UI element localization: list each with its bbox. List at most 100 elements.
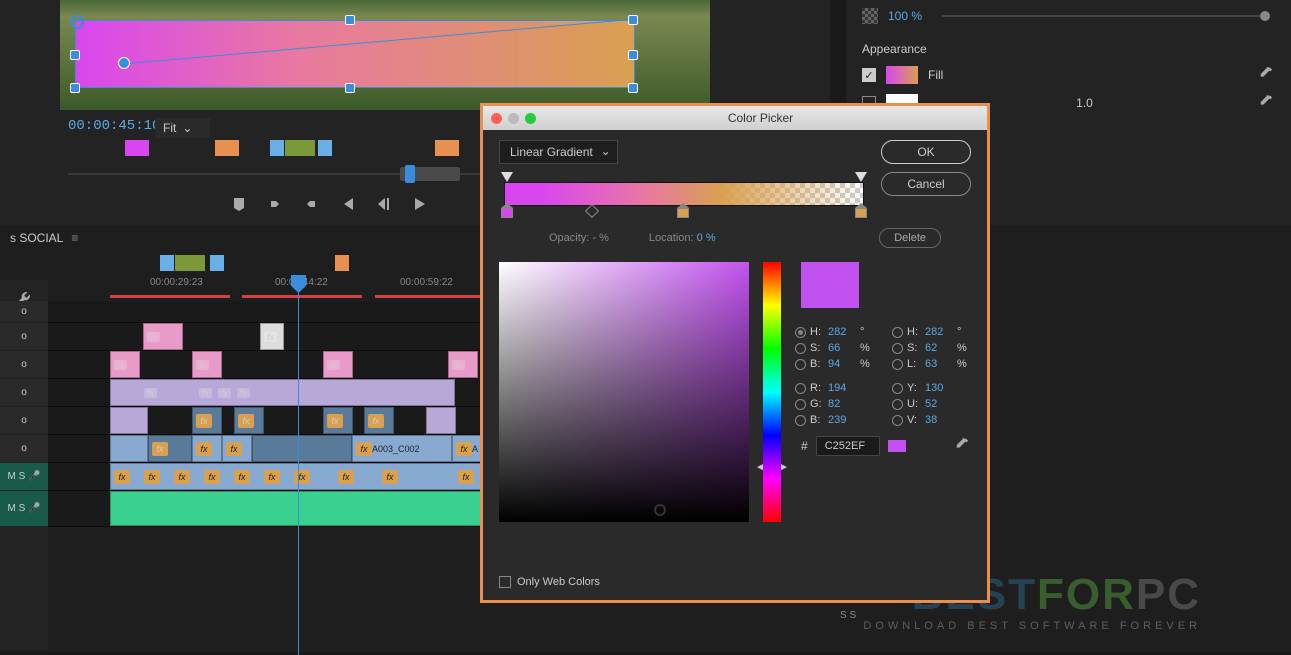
b-radio[interactable]	[795, 415, 806, 426]
track-toggle[interactable]: M S 🎤	[0, 491, 48, 526]
eyedropper-icon[interactable]	[1259, 67, 1275, 83]
sequence-tab[interactable]: s SOCIAL	[10, 231, 63, 245]
marker-icon[interactable]	[445, 140, 459, 156]
scrub-playhead[interactable]	[405, 165, 415, 183]
y-radio[interactable]	[892, 383, 903, 394]
track-toggle[interactable]: o	[0, 323, 48, 350]
color-stop[interactable]	[855, 208, 867, 222]
r-radio[interactable]	[795, 383, 806, 394]
handle-bot-right[interactable]	[628, 83, 638, 93]
hsl-h-radio[interactable]	[892, 327, 903, 338]
color-stop[interactable]	[501, 208, 513, 222]
saturation-value-field[interactable]	[499, 262, 749, 522]
handle-rotate[interactable]	[70, 15, 84, 29]
timecode-display[interactable]: 00:00:45:10	[68, 118, 160, 134]
clip[interactable]: fx	[364, 407, 394, 434]
v-radio[interactable]	[892, 415, 903, 426]
h-value[interactable]: 282	[828, 326, 856, 338]
b-value[interactable]: 94	[828, 358, 856, 370]
clip[interactable]	[426, 407, 456, 434]
fill-checkbox[interactable]: ✓	[862, 68, 876, 82]
mark-in-button[interactable]	[266, 195, 284, 213]
marker-icon[interactable]	[225, 140, 239, 156]
eyedropper-icon[interactable]	[955, 438, 971, 454]
clip[interactable]: fx	[192, 351, 222, 378]
hsl-h-value[interactable]: 282	[925, 326, 953, 338]
hex-input[interactable]	[816, 436, 880, 456]
clip[interactable]: fx	[192, 407, 222, 434]
marker-icon[interactable]	[335, 255, 349, 271]
g-radio[interactable]	[795, 399, 806, 410]
blue-value[interactable]: 239	[828, 414, 856, 426]
clip[interactable]: fx	[323, 351, 353, 378]
handle-top-mid[interactable]	[345, 15, 355, 25]
marker-icon[interactable]	[318, 140, 332, 156]
zoom-select[interactable]: Fit	[155, 118, 210, 138]
go-to-in-button[interactable]	[338, 195, 356, 213]
marker-icon[interactable]	[160, 255, 174, 271]
midpoint-stop[interactable]	[587, 208, 599, 222]
u-radio[interactable]	[892, 399, 903, 410]
clip[interactable]: fx	[323, 407, 353, 434]
hsl-s-value[interactable]: 62	[925, 342, 953, 354]
bri-radio[interactable]	[795, 359, 806, 370]
clip[interactable]	[252, 435, 352, 462]
marker-icon[interactable]	[270, 140, 284, 156]
clip[interactable]: fx	[110, 351, 140, 378]
clip[interactable]	[110, 407, 148, 434]
opacity-stop[interactable]	[855, 172, 867, 182]
gradient-type-select[interactable]: Linear Gradient	[499, 140, 618, 164]
clip[interactable]: fx	[143, 323, 183, 350]
handle-mid-left[interactable]	[70, 50, 80, 60]
clip[interactable]: fx	[148, 435, 192, 462]
hsl-s-radio[interactable]	[892, 343, 903, 354]
checkbox[interactable]	[499, 576, 511, 588]
opacity-slider[interactable]	[942, 15, 1265, 17]
marker-icon[interactable]	[135, 140, 149, 156]
u-value[interactable]: 52	[925, 398, 953, 410]
g-value[interactable]: 82	[828, 398, 856, 410]
fill-swatch[interactable]	[886, 66, 918, 84]
r-value[interactable]: 194	[828, 382, 856, 394]
track-toggle[interactable]: o	[0, 301, 48, 322]
y-value[interactable]: 130	[925, 382, 953, 394]
marker-icon[interactable]	[210, 255, 224, 271]
handle-bot-left[interactable]	[70, 83, 80, 93]
clip[interactable]: fxfxfxfx	[110, 379, 455, 406]
clip[interactable]: fx	[192, 435, 222, 462]
track-toggle[interactable]: M S 🎤	[0, 463, 48, 490]
hsl-l-radio[interactable]	[892, 359, 903, 370]
play-button[interactable]	[410, 195, 428, 213]
eyedropper-icon[interactable]	[1259, 95, 1275, 111]
hue-radio[interactable]	[795, 327, 806, 338]
mark-out-button[interactable]	[302, 195, 320, 213]
delete-stop-button[interactable]: Delete	[879, 228, 941, 248]
close-icon[interactable]	[491, 113, 502, 124]
color-stop[interactable]	[677, 208, 689, 222]
clip[interactable]	[110, 435, 148, 462]
track-toggle[interactable]: o	[0, 351, 48, 378]
track-toggle[interactable]: o	[0, 407, 48, 434]
opacity-stop[interactable]	[501, 172, 513, 182]
handle-mid-right[interactable]	[628, 50, 638, 60]
only-web-colors[interactable]: Only Web Colors	[499, 576, 600, 588]
hue-slider[interactable]: ◄►	[763, 262, 781, 522]
marker-icon[interactable]	[285, 140, 315, 156]
stroke-width[interactable]: 1.0	[1076, 96, 1093, 110]
sat-radio[interactable]	[795, 343, 806, 354]
zoom-icon[interactable]	[525, 113, 536, 124]
s-value[interactable]: 66	[828, 342, 856, 354]
clip[interactable]: fx A003_C002	[352, 435, 452, 462]
track-toggle[interactable]: o	[0, 435, 48, 462]
clip[interactable]: fx	[234, 407, 264, 434]
ok-button[interactable]: OK	[881, 140, 971, 164]
handle-bot-mid[interactable]	[345, 83, 355, 93]
l-value[interactable]: 63	[925, 358, 953, 370]
add-marker-button[interactable]	[230, 195, 248, 213]
gradient-title-shape[interactable]	[75, 20, 635, 88]
clip[interactable]: fx A	[452, 435, 482, 462]
panel-menu-icon[interactable]: ≡	[71, 231, 78, 245]
track-toggle[interactable]: o	[0, 379, 48, 406]
step-back-button[interactable]	[374, 195, 392, 213]
location-value[interactable]: 0 %	[697, 232, 716, 244]
